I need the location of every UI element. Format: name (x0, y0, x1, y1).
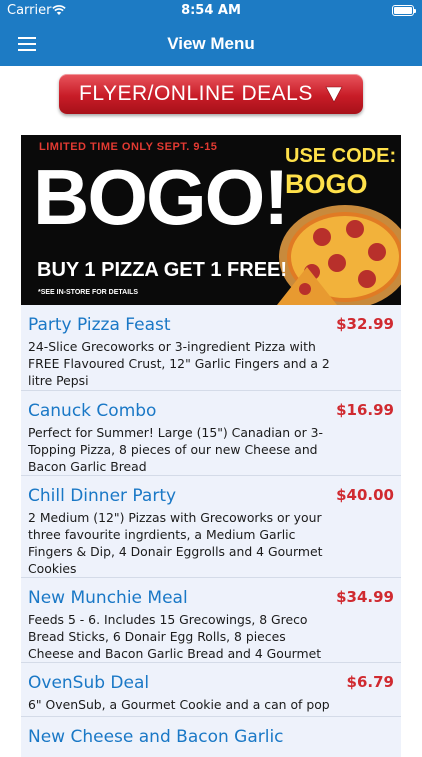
menu-item[interactable]: Party Pizza Feast $32.99 24-Slice Grecow… (21, 305, 401, 391)
flyer-online-deals-button[interactable]: FLYER/ONLINE DEALS (59, 74, 363, 114)
menu-list: Party Pizza Feast $32.99 24-Slice Grecow… (21, 305, 401, 757)
pizza-image (277, 205, 401, 305)
menu-item-price: $16.99 (336, 401, 394, 419)
flyer-button-label: FLYER/ONLINE DEALS (79, 82, 313, 105)
triangle-down-icon (325, 86, 343, 103)
menu-item-description: 6" OvenSub, a Gourmet Cookie and a can o… (28, 697, 330, 712)
menu-item-price: $32.99 (336, 315, 394, 333)
menu-item-description: Perfect for Summer! Large (15") Canadian… (28, 425, 324, 474)
menu-item-price: $6.79 (346, 673, 394, 691)
menu-item-name: Canuck Combo (28, 401, 157, 421)
status-bar: Carrier 8:54 AM (0, 0, 422, 22)
menu-item-name: New Cheese and Bacon Garlic (28, 727, 284, 747)
banner-offer: BUY 1 PIZZA GET 1 FREE! (37, 259, 288, 281)
banner-code: BOGO (285, 169, 368, 199)
menu-item[interactable]: New Cheese and Bacon Garlic (21, 717, 401, 757)
menu-item-description: 24-Slice Grecoworks or 3-ingredient Pizz… (28, 339, 330, 388)
menu-item[interactable]: OvenSub Deal $6.79 6" OvenSub, a Gourmet… (21, 663, 401, 717)
banner-limited-time: LIMITED TIME ONLY SEPT. 9-15 (39, 141, 218, 153)
menu-item-name: Chill Dinner Party (28, 486, 177, 506)
promo-banner[interactable]: LIMITED TIME ONLY SEPT. 9-15 BOGO! USE C… (21, 135, 401, 305)
menu-item[interactable]: New Munchie Meal $34.99 Feeds 5 - 6. Inc… (21, 578, 401, 678)
menu-item-name: OvenSub Deal (28, 673, 150, 693)
menu-item[interactable]: Canuck Combo $16.99 Perfect for Summer! … (21, 391, 401, 476)
banner-headline: BOGO! (33, 153, 289, 241)
banner-disclaimer: *SEE IN-STORE FOR DETAILS (38, 289, 139, 296)
navigation-bar: View Menu (0, 22, 422, 66)
menu-item-name: Party Pizza Feast (28, 315, 171, 335)
menu-item[interactable]: Chill Dinner Party $40.00 2 Medium (12")… (21, 476, 401, 578)
menu-item-price: $40.00 (336, 486, 394, 504)
clock: 8:54 AM (181, 3, 241, 18)
menu-item-name: New Munchie Meal (28, 588, 188, 608)
banner-use-code-label: USE CODE: (285, 145, 397, 167)
battery-icon (392, 5, 416, 16)
menu-item-description: 2 Medium (12") Pizzas with Grecoworks or… (28, 510, 323, 576)
menu-item-price: $34.99 (336, 588, 394, 606)
page-title: View Menu (167, 34, 255, 53)
